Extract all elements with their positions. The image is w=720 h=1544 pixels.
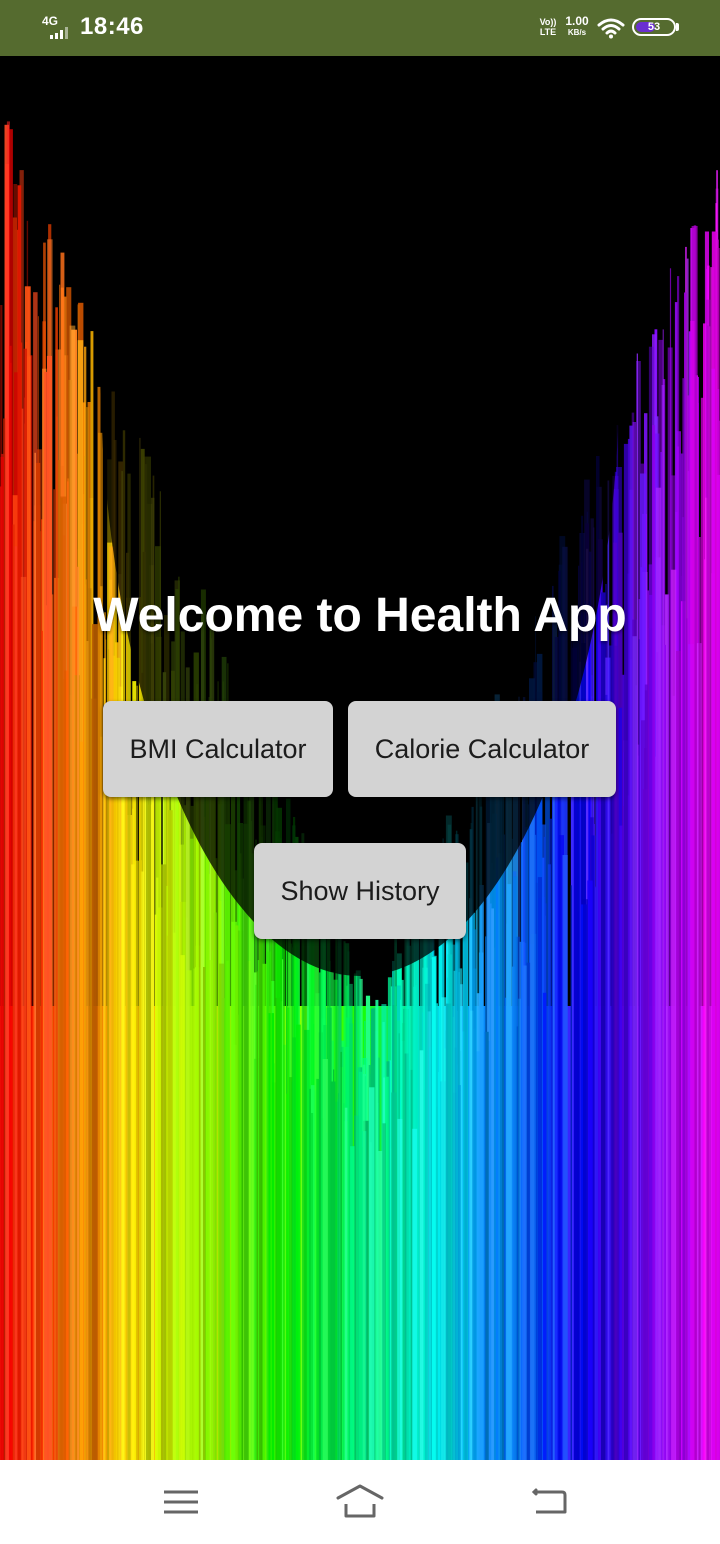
page-title: Welcome to Health App [93,589,627,642]
back-icon[interactable] [524,1482,574,1522]
home-icon[interactable] [335,1482,385,1522]
battery-tip [676,23,679,31]
speed-value: 1.00 [565,14,589,28]
status-bar: 4G 18:46 Vo)) LTE 1.00 KB/s 53 [0,0,720,56]
wifi-icon [597,18,625,39]
bmi-calculator-button[interactable]: BMI Calculator [103,701,333,797]
show-history-button[interactable]: Show History [254,843,466,939]
network-speed: 1.00 KB/s [563,15,591,39]
network-type: 4G [42,14,59,28]
clock: 18:46 [80,13,144,40]
menu-icon[interactable] [156,1482,206,1522]
navigation-bar [0,1460,720,1544]
calorie-calculator-button[interactable]: Calorie Calculator [348,701,616,797]
signal-icon [50,27,68,39]
speed-unit: KB/s [567,28,587,37]
battery-icon: 53 [632,18,676,36]
volte-icon: Vo)) LTE [539,17,557,37]
battery-percent: 53 [647,21,661,33]
